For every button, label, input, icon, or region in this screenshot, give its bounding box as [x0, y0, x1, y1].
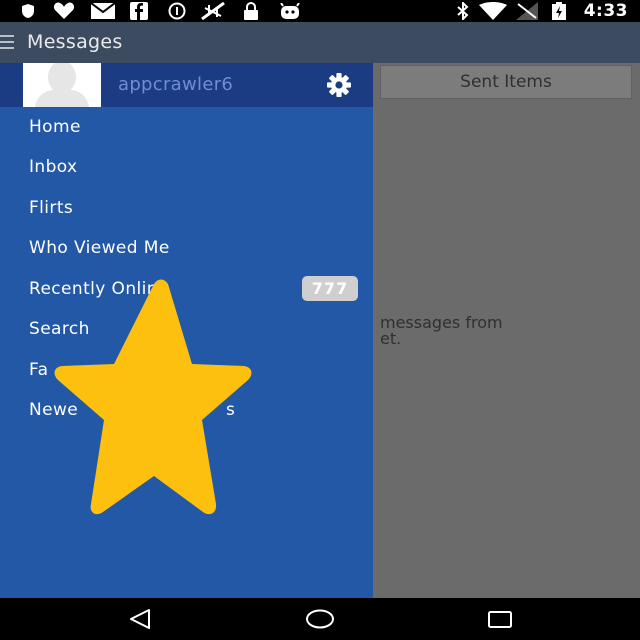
hamburger-icon[interactable] [0, 35, 16, 49]
username[interactable]: appcrawler6 [118, 74, 233, 95]
menu-item-label: Who Viewed Me [29, 238, 170, 258]
facebook-icon [128, 2, 150, 20]
heart-icon [52, 2, 76, 20]
clock: 4:33 [583, 1, 628, 21]
menu-item-flirts[interactable]: Flirts [0, 190, 373, 230]
shield-icon [18, 2, 38, 20]
navigation-bar [0, 598, 640, 640]
page-title: Messages [27, 31, 123, 53]
bluetooth-icon [454, 2, 472, 20]
lock-icon [240, 2, 262, 20]
empty-message-line2: et. [380, 329, 402, 348]
settings-gear-icon[interactable] [322, 71, 356, 99]
menu-item-label: Flirts [29, 198, 74, 218]
menu-item-label: Home [29, 117, 81, 137]
menu-item-who-viewed-me[interactable]: Who Viewed Me [0, 230, 373, 270]
circle-icon [166, 2, 188, 20]
tab-sent-items[interactable]: Sent Items [380, 65, 632, 99]
signal-icon [514, 2, 540, 20]
status-bar: 4:33 [0, 0, 640, 22]
menu-item-home[interactable]: Home [0, 109, 373, 149]
star-icon [40, 270, 270, 530]
battery-icon [548, 2, 570, 20]
wifi-icon [478, 2, 508, 20]
empty-message: messages from et. [380, 315, 503, 347]
menu-item-inbox[interactable]: Inbox [0, 149, 373, 189]
menu-item-label: Inbox [29, 157, 78, 177]
home-icon[interactable] [300, 606, 340, 632]
back-icon[interactable] [120, 606, 160, 632]
android-icon [278, 2, 302, 20]
avatar[interactable] [23, 63, 101, 107]
count-badge: 777 [302, 276, 358, 301]
no-signal-icon [198, 2, 228, 20]
recents-icon[interactable] [480, 606, 520, 632]
mail-icon [90, 2, 116, 20]
drawer-header: appcrawler6 [0, 63, 373, 107]
app-bar: Messages [0, 22, 640, 63]
